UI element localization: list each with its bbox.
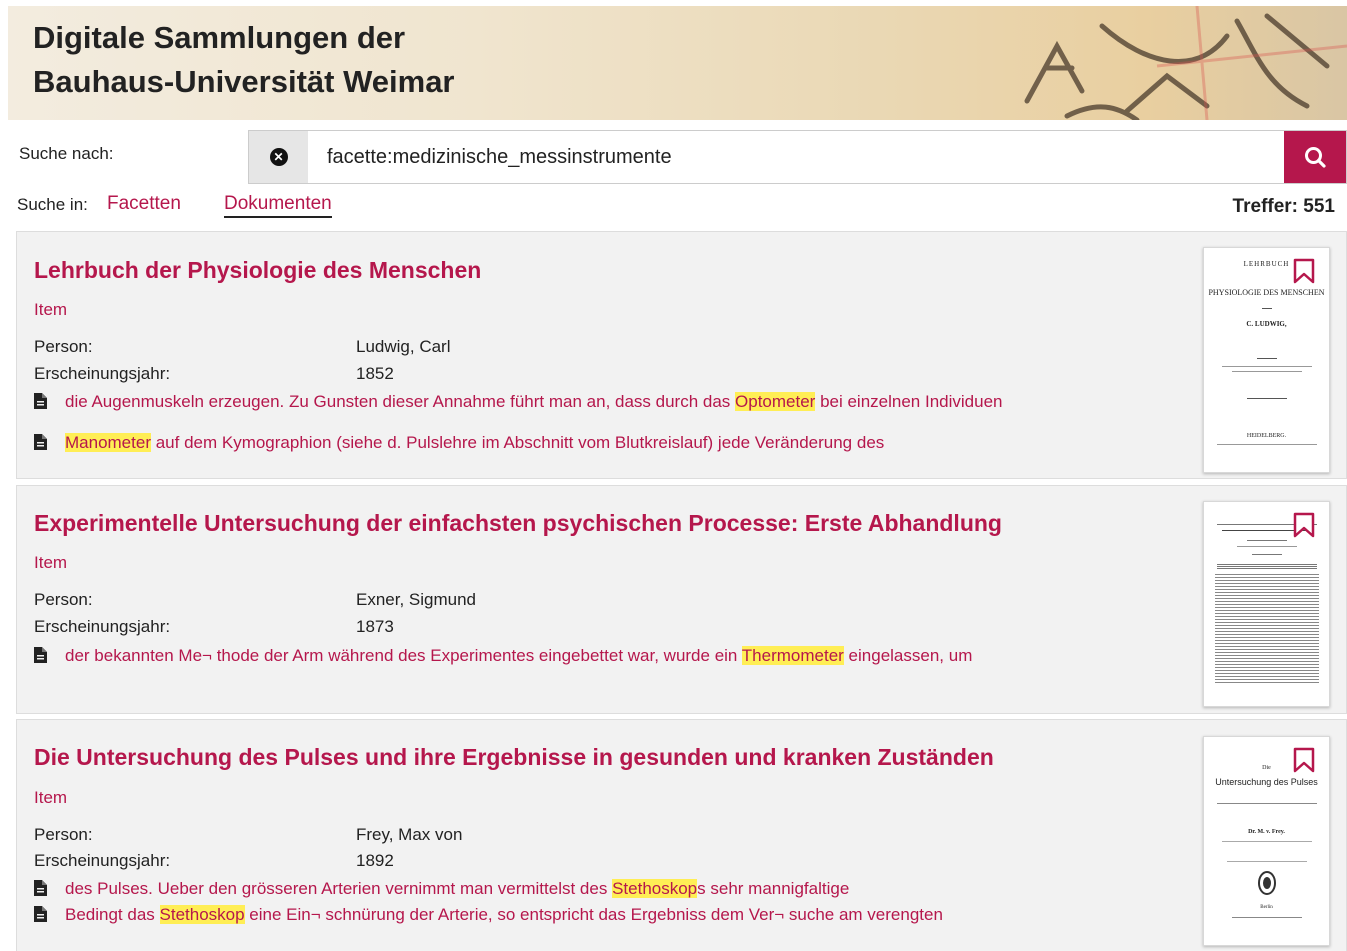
person-value: Frey, Max von: [356, 825, 463, 844]
bookmark-icon[interactable]: [1293, 512, 1315, 538]
document-icon: [34, 434, 47, 450]
year-label: Erscheinungsjahr:: [34, 617, 171, 636]
result-card: Experimentelle Untersuchung der einfachs…: [16, 485, 1347, 714]
result-title[interactable]: Lehrbuch der Physiologie des Menschen: [34, 257, 481, 284]
site-title-line2: Bauhaus-Universität Weimar: [33, 64, 455, 99]
search-snippet[interactable]: des Pulses. Ueber den grösseren Arterien…: [34, 879, 849, 899]
hit-highlight: Optometer: [735, 392, 816, 411]
thumb-text: HEIDELBERG.: [1246, 433, 1287, 439]
search-box: ✕: [248, 130, 1347, 184]
hit-highlight: Thermometer: [741, 646, 844, 665]
year-label: Erscheinungsjahr:: [34, 364, 171, 383]
search-snippet[interactable]: Manometer auf dem Kymographion (siehe d.…: [34, 433, 884, 453]
snippet-text: der bekannten Me¬ thode der Arm während …: [65, 646, 742, 665]
search-bar: Suche nach: ✕: [0, 130, 1347, 184]
search-button[interactable]: [1284, 131, 1346, 183]
snippet-text: Bedingt das: [65, 905, 160, 924]
hit-highlight: Stethoskop: [612, 879, 698, 898]
thumb-text: Dr. M. v. Frey.: [1248, 829, 1285, 835]
tab-facetten[interactable]: Facetten: [107, 193, 181, 215]
result-thumbnail[interactable]: LEHRBUCH PHYSIOLOGIE DES MENSCHEN C. LUD…: [1203, 247, 1330, 473]
tab-dokumenten[interactable]: Dokumenten: [224, 193, 332, 218]
result-type[interactable]: Item: [34, 300, 67, 320]
person-label: Person:: [34, 590, 93, 609]
snippet-text: die Augenmuskeln erzeugen. Zu Gunsten di…: [65, 392, 736, 411]
snippet-text: eine Ein¬ schnürung der Arterie, so ents…: [244, 905, 943, 924]
site-title[interactable]: Digitale Sammlungen der Bauhaus-Universi…: [33, 16, 455, 104]
year-value: 1892: [356, 851, 394, 870]
thumb-text: Berlin: [1260, 905, 1273, 910]
document-icon: [34, 647, 47, 663]
result-title[interactable]: Experimentelle Untersuchung der einfachs…: [34, 510, 1002, 537]
document-icon: [34, 393, 47, 409]
person-label: Person:: [34, 825, 93, 844]
snippet-text: eingelassen, um: [843, 646, 973, 665]
person-label: Person:: [34, 337, 93, 356]
result-type[interactable]: Item: [34, 788, 67, 808]
times-circle-icon: ✕: [269, 148, 288, 166]
header-banner: Digitale Sammlungen der Bauhaus-Universi…: [8, 6, 1347, 120]
result-type[interactable]: Item: [34, 553, 67, 573]
magnifier-icon: [1305, 147, 1326, 168]
search-snippet[interactable]: der bekannten Me¬ thode der Arm während …: [34, 646, 972, 666]
hit-highlight: Stethoskop: [159, 905, 245, 924]
bookmark-icon[interactable]: [1293, 747, 1315, 773]
hit-highlight: Manometer: [65, 433, 151, 452]
year-label: Erscheinungsjahr:: [34, 851, 171, 870]
search-snippet[interactable]: die Augenmuskeln erzeugen. Zu Gunsten di…: [34, 392, 1003, 412]
snippet-text: des Pulses. Ueber den grösseren Arterien…: [65, 879, 613, 898]
clear-search-button[interactable]: ✕: [249, 131, 308, 183]
result-card: Lehrbuch der Physiologie des Menschen It…: [16, 231, 1347, 479]
year-value: 1873: [356, 617, 394, 636]
publisher-emblem-icon: [1258, 871, 1276, 895]
bookmark-icon[interactable]: [1293, 258, 1315, 284]
person-value: Exner, Sigmund: [356, 590, 477, 609]
result-thumbnail[interactable]: [1203, 501, 1330, 707]
document-icon: [34, 880, 47, 896]
snippet-text: auf dem Kymographion (siehe d. Pulslehre…: [150, 433, 885, 452]
scope-label: Suche in:: [17, 195, 88, 214]
search-input[interactable]: [327, 143, 1267, 171]
search-scope: Suche in: Facetten Dokumenten Treffer: 5…: [0, 192, 1347, 222]
result-card: Die Untersuchung des Pulses und ihre Erg…: [16, 719, 1347, 951]
banner-decoration: [1024, 6, 1347, 120]
thumb-text: PHYSIOLOGIE DES MENSCHEN: [1208, 288, 1325, 297]
person-value: Ludwig, Carl: [356, 337, 451, 356]
search-snippet[interactable]: Bedingt das Stethoskop eine Ein¬ schnüru…: [34, 905, 943, 925]
site-title-line1: Digitale Sammlungen der: [33, 20, 406, 55]
thumb-text: Untersuchung des Pulses: [1215, 777, 1318, 787]
search-label: Suche nach:: [19, 144, 114, 163]
result-title[interactable]: Die Untersuchung des Pulses und ihre Erg…: [34, 744, 994, 771]
snippet-text: bei einzelnen Individuen: [815, 392, 1003, 411]
document-icon: [34, 906, 47, 922]
thumb-text: C. LUDWIG,: [1246, 320, 1287, 328]
hit-count: Treffer: 551: [1232, 196, 1335, 217]
snippet-text: s sehr mannigfaltige: [697, 879, 850, 898]
year-value: 1852: [356, 364, 394, 383]
result-thumbnail[interactable]: Die Untersuchung des Pulses Dr. M. v. Fr…: [1203, 736, 1330, 946]
